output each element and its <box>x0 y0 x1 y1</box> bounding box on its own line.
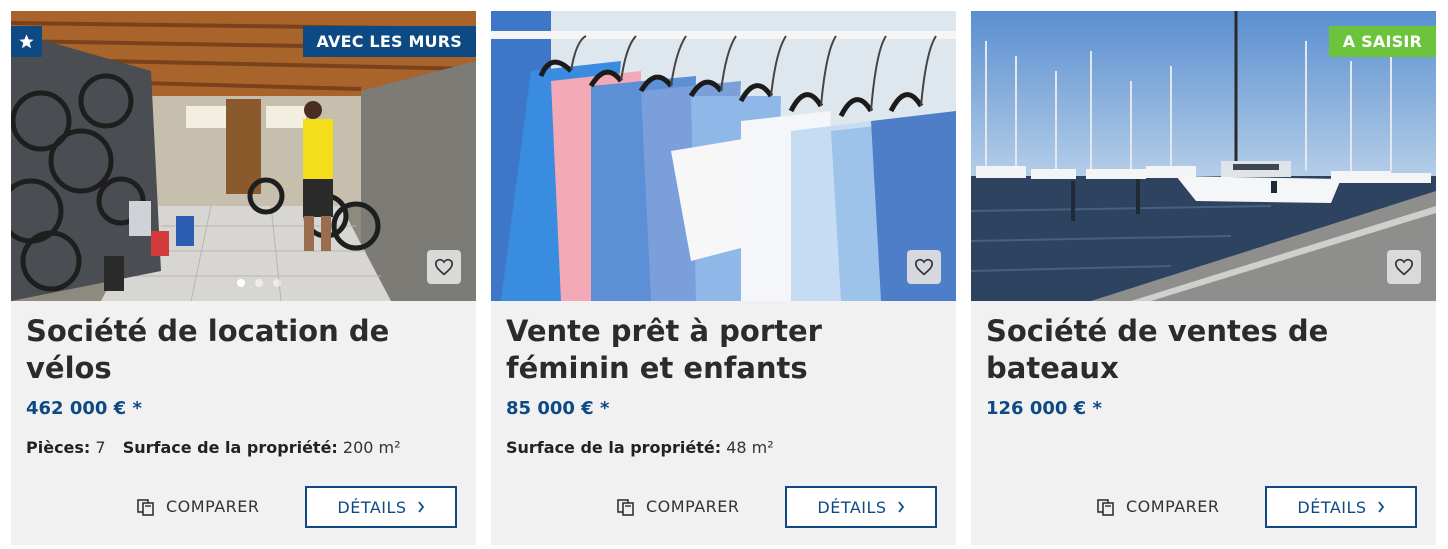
spec-label: Surface de la propriété: <box>122 438 338 457</box>
compare-icon <box>617 498 634 516</box>
heart-icon <box>914 258 934 276</box>
listing-title[interactable]: Société de location de vélos <box>26 313 461 387</box>
featured-badge <box>11 26 42 57</box>
chevron-right-icon <box>1377 501 1384 513</box>
listing-specs: Surface de la propriété: 48 m² <box>506 438 774 457</box>
listing-card[interactable]: AVEC LES MURS Société de location de vél… <box>11 11 476 545</box>
details-button[interactable]: DÉTAILS <box>305 486 457 528</box>
carousel-dot[interactable] <box>237 279 245 287</box>
spec-label: Pièces: <box>26 438 91 457</box>
listing-photo[interactable]: AVEC LES MURS <box>11 11 476 301</box>
heart-icon <box>434 258 454 276</box>
spec-label: Surface de la propriété: <box>506 438 722 457</box>
compare-button[interactable]: COMPARER <box>616 497 739 516</box>
status-badge: AVEC LES MURS <box>302 26 476 57</box>
compare-label: COMPARER <box>166 497 260 516</box>
compare-button[interactable]: COMPARER <box>136 497 259 516</box>
listing-specs: Pièces: 7 Surface de la propriété: 200 m… <box>26 438 401 457</box>
details-button[interactable]: DÉTAILS <box>1265 486 1417 528</box>
compare-icon <box>1097 498 1114 516</box>
compare-icon <box>137 498 154 516</box>
compare-label: COMPARER <box>1126 497 1220 516</box>
favorite-button[interactable] <box>427 250 461 284</box>
spec-rooms: Pièces: 7 <box>26 438 106 457</box>
chevron-right-icon <box>417 501 424 513</box>
spec-surface: Surface de la propriété: 200 m² <box>123 438 401 457</box>
listing-card[interactable]: A SAISIR Société de ventes de bateaux 12… <box>971 11 1436 545</box>
details-label: DÉTAILS <box>1297 497 1367 517</box>
listing-price: 85 000 € * <box>506 398 610 419</box>
status-badge: A SAISIR <box>1328 26 1436 57</box>
spec-value: 200 m² <box>342 438 401 457</box>
carousel-dots[interactable] <box>237 279 281 287</box>
details-button[interactable]: DÉTAILS <box>785 486 937 528</box>
listing-title[interactable]: Société de ventes de bateaux <box>986 313 1421 387</box>
favorite-button[interactable] <box>1387 250 1421 284</box>
listing-card[interactable]: Vente prêt à porter féminin et enfants 8… <box>491 11 956 545</box>
listing-price: 126 000 € * <box>986 398 1102 419</box>
spec-surface: Surface de la propriété: 48 m² <box>506 438 774 457</box>
compare-label: COMPARER <box>646 497 740 516</box>
heart-icon <box>1394 258 1414 276</box>
favorite-button[interactable] <box>907 250 941 284</box>
details-label: DÉTAILS <box>337 497 407 517</box>
listing-price: 462 000 € * <box>26 398 142 419</box>
chevron-right-icon <box>897 501 904 513</box>
details-label: DÉTAILS <box>817 497 887 517</box>
listing-photo[interactable] <box>491 11 956 301</box>
star-icon <box>19 34 34 49</box>
spec-value: 48 m² <box>726 438 774 457</box>
spec-value: 7 <box>95 438 106 457</box>
carousel-dot[interactable] <box>273 279 281 287</box>
listing-photo[interactable]: A SAISIR <box>971 11 1436 301</box>
carousel-dot[interactable] <box>255 279 263 287</box>
compare-button[interactable]: COMPARER <box>1096 497 1219 516</box>
listing-title[interactable]: Vente prêt à porter féminin et enfants <box>506 313 941 387</box>
